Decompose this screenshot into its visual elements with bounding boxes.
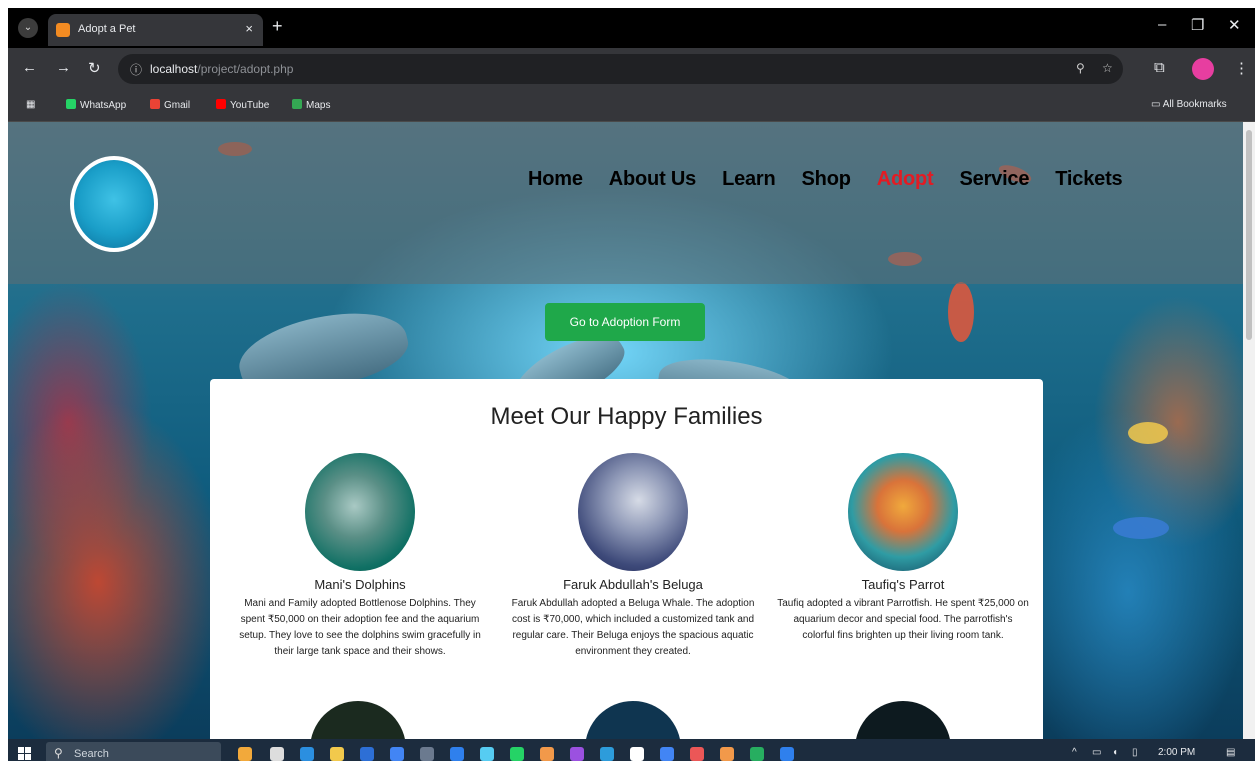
nav-learn[interactable]: Learn bbox=[722, 168, 776, 191]
scroll-thumb[interactable] bbox=[1246, 130, 1252, 340]
nav-about-us[interactable]: About Us bbox=[609, 168, 696, 191]
family-name: Faruk Abdullah's Beluga bbox=[563, 577, 703, 592]
folder-icon: ▭ bbox=[1151, 99, 1163, 110]
close-window-button[interactable]: ✕ bbox=[1228, 16, 1241, 34]
address-bar[interactable]: ⓘ localhost/project/adopt.php ⚲ ☆ bbox=[118, 54, 1123, 84]
app-icon[interactable] bbox=[540, 747, 554, 761]
nav-shop[interactable]: Shop bbox=[802, 168, 851, 191]
windows-start-icon[interactable] bbox=[18, 747, 32, 761]
taskbar-search[interactable]: ⚲ Search bbox=[46, 742, 221, 761]
app-icon[interactable] bbox=[720, 747, 734, 761]
page-viewport: Home About Us Learn Shop Adopt Service T… bbox=[8, 122, 1243, 739]
clock[interactable]: 2:00 PM bbox=[1158, 747, 1195, 758]
site-header: Home About Us Learn Shop Adopt Service T… bbox=[8, 122, 1243, 284]
family-name: Taufiq's Parrot bbox=[861, 577, 945, 592]
parrotfish-photo bbox=[848, 453, 958, 571]
search-icon: ⚲ bbox=[54, 746, 63, 760]
forward-icon[interactable]: → bbox=[56, 59, 71, 76]
new-tab-button[interactable]: + bbox=[272, 16, 283, 37]
all-bookmarks[interactable]: ▭ All Bookmarks bbox=[1151, 99, 1227, 110]
weather-icon[interactable] bbox=[238, 747, 252, 761]
site-logo[interactable] bbox=[70, 156, 158, 252]
nav-home[interactable]: Home bbox=[528, 168, 583, 191]
maps-icon bbox=[292, 99, 302, 109]
family-description: Faruk Abdullah adopted a Beluga Whale. T… bbox=[511, 598, 755, 657]
family-photo-next bbox=[310, 701, 406, 739]
edge-icon[interactable] bbox=[300, 747, 314, 761]
url-text: localhost/project/adopt.php bbox=[150, 62, 294, 76]
youtube-icon bbox=[216, 99, 226, 109]
apps-grid-icon[interactable]: ▦ bbox=[26, 99, 35, 110]
browser-toolbar: ← → ↻ ⓘ localhost/project/adopt.php ⚲ ☆ … bbox=[8, 48, 1255, 90]
fish-image bbox=[1128, 422, 1168, 444]
minimize-button[interactable]: – bbox=[1158, 16, 1166, 33]
back-icon[interactable]: ← bbox=[22, 59, 37, 76]
store-icon[interactable] bbox=[390, 747, 404, 761]
restore-button[interactable]: ❐ bbox=[1191, 16, 1204, 34]
bookmark-maps[interactable]: Maps bbox=[292, 99, 330, 111]
gmail-icon bbox=[150, 99, 160, 109]
family-item: Mani's Dolphins Mani and Family adopted … bbox=[230, 453, 490, 660]
bookmark-gmail[interactable]: Gmail bbox=[150, 99, 190, 111]
app-icon[interactable] bbox=[420, 747, 434, 761]
whatsapp-icon bbox=[66, 99, 76, 109]
tray-chevron-icon[interactable]: ^ bbox=[1072, 747, 1077, 758]
nav-service[interactable]: Service bbox=[960, 168, 1030, 191]
fish-image bbox=[1113, 517, 1169, 539]
site-info-icon[interactable]: ⓘ bbox=[130, 61, 142, 78]
network-icon[interactable]: ▭ bbox=[1092, 747, 1101, 758]
family-item: Taufiq's Parrot Taufiq adopted a vibrant… bbox=[773, 453, 1033, 644]
windows-taskbar: ⚲ Search ^ ▭ ◖ ▯ 2:00 PM ▤ bbox=[8, 739, 1255, 761]
extensions-icon[interactable]: ⧉ bbox=[1154, 59, 1165, 76]
app-icon[interactable] bbox=[780, 747, 794, 761]
main-nav: Home About Us Learn Shop Adopt Service T… bbox=[528, 168, 1123, 191]
page-scrollbar[interactable] bbox=[1243, 122, 1255, 739]
bookmarks-bar: ▦ WhatsApp Gmail YouTube Maps ▭ All Book… bbox=[8, 90, 1255, 122]
family-photo-next bbox=[585, 701, 681, 739]
favicon-icon bbox=[56, 23, 70, 37]
section-title: Meet Our Happy Families bbox=[490, 403, 763, 430]
tab-close-icon[interactable]: × bbox=[245, 21, 253, 36]
app-icon[interactable] bbox=[750, 747, 764, 761]
volume-icon[interactable]: ◖ bbox=[1112, 747, 1118, 758]
bookmark-star-icon[interactable]: ☆ bbox=[1102, 61, 1113, 75]
tab-title: Adopt a Pet bbox=[78, 23, 136, 35]
whatsapp-icon[interactable] bbox=[510, 747, 524, 761]
family-description: Mani and Family adopted Bottlenose Dolph… bbox=[239, 598, 481, 657]
tab-search-icon[interactable]: ⌄ bbox=[18, 18, 38, 38]
tab-adopt-a-pet[interactable]: Adopt a Pet × bbox=[48, 14, 263, 46]
notifications-icon[interactable]: ▤ bbox=[1226, 747, 1235, 758]
tab-strip: ⌄ Adopt a Pet × + – ❐ ✕ bbox=[8, 8, 1255, 48]
vscode-icon[interactable] bbox=[360, 747, 374, 761]
adoption-form-button[interactable]: Go to Adoption Form bbox=[545, 303, 705, 341]
app-icon[interactable] bbox=[480, 747, 494, 761]
browser-window: ⌄ Adopt a Pet × + – ❐ ✕ ← → ↻ ⓘ localhos… bbox=[8, 8, 1255, 761]
battery-icon[interactable]: ▯ bbox=[1132, 747, 1138, 758]
zoom-icon[interactable]: ⚲ bbox=[1076, 61, 1085, 75]
app-icon[interactable] bbox=[450, 747, 464, 761]
beluga-photo bbox=[578, 453, 688, 571]
family-name: Mani's Dolphins bbox=[314, 577, 406, 592]
app-icon[interactable] bbox=[570, 747, 584, 761]
profile-avatar[interactable] bbox=[1192, 58, 1214, 80]
app-icon[interactable] bbox=[630, 747, 644, 761]
nav-adopt[interactable]: Adopt bbox=[877, 168, 934, 191]
fish-image bbox=[948, 282, 974, 342]
reload-icon[interactable]: ↻ bbox=[88, 59, 101, 77]
nav-tickets[interactable]: Tickets bbox=[1055, 168, 1122, 191]
family-description: Taufiq adopted a vibrant Parrotfish. He … bbox=[777, 598, 1029, 641]
chrome-icon[interactable] bbox=[660, 747, 674, 761]
app-icon[interactable] bbox=[600, 747, 614, 761]
menu-kebab-icon[interactable]: ⋮ bbox=[1234, 59, 1249, 77]
family-item: Faruk Abdullah's Beluga Faruk Abdullah a… bbox=[503, 453, 763, 660]
bookmark-youtube[interactable]: YouTube bbox=[216, 99, 269, 111]
happy-families-card: Meet Our Happy Families Mani's Dolphins … bbox=[210, 379, 1043, 739]
family-photo-next bbox=[855, 701, 951, 739]
file-explorer-icon[interactable] bbox=[330, 747, 344, 761]
app-icon[interactable] bbox=[690, 747, 704, 761]
dolphins-photo bbox=[305, 453, 415, 571]
task-view-icon[interactable] bbox=[270, 747, 284, 761]
bookmark-whatsapp[interactable]: WhatsApp bbox=[66, 99, 126, 111]
